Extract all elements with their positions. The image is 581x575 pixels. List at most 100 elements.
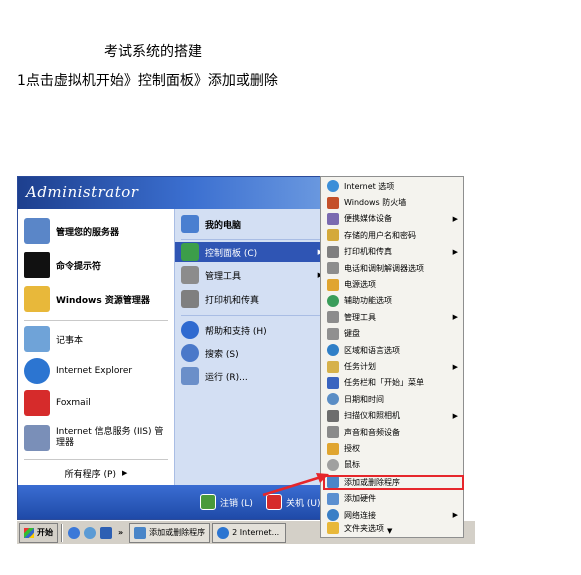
submenu-arrow-icon: ▶	[452, 313, 458, 322]
cp-item-scanners[interactable]: 扫描仪和照相机 ▶	[321, 408, 463, 424]
phone-modem-icon	[327, 262, 339, 275]
cp-item-datetime[interactable]: 日期和时间	[321, 391, 463, 407]
menu-item-internet-explorer[interactable]: Internet Explorer	[18, 356, 174, 386]
menu-item-windows-explorer[interactable]: Windows 资源管理器	[18, 283, 174, 315]
admin-tools-icon	[181, 266, 199, 284]
network-connections-icon	[327, 509, 339, 522]
iis-icon	[24, 425, 50, 451]
ie-icon	[24, 358, 50, 384]
control-panel-icon	[181, 243, 199, 261]
command-prompt-icon	[24, 252, 50, 278]
printer-icon	[327, 245, 339, 258]
power-options-icon	[327, 278, 339, 291]
cp-item-power[interactable]: 电源选项	[321, 276, 463, 292]
search-icon	[181, 344, 199, 362]
menu-item-command-prompt[interactable]: 命令提示符	[18, 249, 174, 281]
credentials-icon	[327, 229, 339, 242]
quicklaunch-more-icon[interactable]: »	[118, 528, 123, 537]
menu-item-my-computer[interactable]: 我的电脑	[175, 212, 329, 236]
scheduled-tasks-icon	[327, 360, 339, 373]
left-separator	[24, 320, 168, 321]
add-remove-programs-icon	[134, 526, 147, 539]
menu-item-foxmail[interactable]: Foxmail	[18, 388, 174, 418]
folder-options-icon	[327, 522, 339, 534]
quicklaunch-desktop-icon[interactable]	[84, 526, 96, 539]
logoff-button[interactable]: 注销 (L)	[200, 494, 253, 510]
region-language-icon	[327, 344, 339, 357]
submenu-arrow-icon: ▶	[452, 511, 458, 520]
cp-item-licensing[interactable]: 授权	[321, 440, 463, 456]
cp-item-sound[interactable]: 声音和音频设备	[321, 424, 463, 440]
cp-item-media-devices[interactable]: 便携媒体设备 ▶	[321, 211, 463, 227]
menu-item-manage-server[interactable]: 管理您的服务器	[18, 215, 174, 247]
chevron-down-icon[interactable]: ▼	[387, 527, 392, 535]
scanner-icon	[327, 409, 339, 422]
taskbar-separator	[61, 523, 63, 542]
menu-item-run[interactable]: 运行 (R)...	[175, 365, 329, 387]
menu-item-printers[interactable]: 打印机和传真	[175, 288, 329, 310]
menu-item-admin-tools[interactable]: 管理工具 ▶	[175, 264, 329, 286]
cp-item-internet-options[interactable]: Internet 选项	[321, 178, 463, 194]
start-menu-header: Administrator	[18, 177, 329, 209]
my-computer-icon	[181, 215, 199, 233]
cp-item-accessibility[interactable]: 辅助功能选项	[321, 293, 463, 309]
arrow-right-icon: ▶	[121, 469, 128, 477]
quicklaunch-explorer-icon[interactable]	[100, 526, 112, 539]
right-separator	[181, 239, 323, 240]
explorer-folder-icon	[24, 286, 50, 312]
internet-options-icon	[327, 180, 339, 193]
run-icon	[181, 367, 199, 385]
cp-item-taskbar-start[interactable]: 任务栏和「开始」菜单	[321, 375, 463, 391]
right-separator-2	[181, 315, 323, 316]
cp-item-mouse[interactable]: 鼠标	[321, 457, 463, 473]
printer-icon	[181, 290, 199, 308]
submenu-arrow-icon: ▶	[452, 411, 458, 420]
help-icon	[181, 321, 199, 339]
annotation-arrow	[262, 473, 329, 497]
quicklaunch-ie-icon[interactable]	[68, 526, 80, 539]
cp-item-add-hardware[interactable]: 添加硬件	[321, 491, 463, 507]
accessibility-icon	[327, 294, 339, 307]
taskbar-task-add-remove[interactable]: 添加或删除程序	[129, 522, 211, 543]
start-button[interactable]: 开始	[19, 522, 58, 543]
screenshot: Administrator 管理您的服务器 命令提示符 Windows 资源管理…	[17, 176, 475, 544]
cp-item-printers[interactable]: 打印机和传真 ▶	[321, 244, 463, 260]
menu-item-control-panel[interactable]: 控制面板 (C) ▶	[175, 242, 329, 262]
server-manage-icon	[24, 218, 50, 244]
taskbar-task-internet[interactable]: 2 Internet...	[212, 522, 287, 543]
document-title: 考试系统的搭建	[104, 44, 202, 60]
ie-icon	[217, 526, 230, 539]
keyboard-icon	[327, 327, 339, 340]
highlight-box	[323, 475, 464, 490]
cp-item-region-language[interactable]: 区域和语言选项	[321, 342, 463, 358]
firewall-icon	[327, 196, 339, 209]
cp-item-credentials[interactable]: 存储的用户名和密码	[321, 227, 463, 243]
media-device-icon	[327, 212, 339, 225]
cp-item-network[interactable]: 网络连接 ▶	[321, 507, 463, 523]
menu-item-search[interactable]: 搜索 (S)	[175, 342, 329, 364]
admin-tools-icon	[327, 311, 339, 324]
cp-item-admin-tools[interactable]: 管理工具 ▶	[321, 309, 463, 325]
submenu-arrow-icon: ▶	[452, 362, 458, 371]
notepad-icon	[24, 326, 50, 352]
windows-flag-icon	[24, 527, 34, 538]
menu-item-iis-manager[interactable]: Internet 信息服务 (IIS) 管理器	[18, 421, 174, 455]
cp-item-keyboard[interactable]: 键盘	[321, 326, 463, 342]
submenu-arrow-icon: ▶	[452, 247, 458, 256]
datetime-icon	[327, 393, 339, 406]
licensing-icon	[327, 442, 339, 455]
all-programs-button[interactable]: 所有程序 (P) ▶	[18, 462, 174, 484]
start-menu-right-column: 我的电脑 控制面板 (C) ▶ 管理工具 ▶ 打印机和传真 帮助和支持 (H)	[174, 209, 329, 485]
start-menu-left-column: 管理您的服务器 命令提示符 Windows 资源管理器 记事本 Internet…	[18, 209, 174, 485]
menu-item-help[interactable]: 帮助和支持 (H)	[175, 319, 329, 341]
user-name: Administrator	[26, 183, 139, 201]
control-panel-flyout: Internet 选项 Windows 防火墙 便携媒体设备 ▶ 存储的用户名和密…	[320, 176, 464, 538]
cp-item-firewall[interactable]: Windows 防火墙	[321, 194, 463, 210]
cp-item-phone-modem[interactable]: 电话和调制解调器选项	[321, 260, 463, 276]
document-step: 1点击虚拟机开始》控制面板》添加或删除	[17, 73, 278, 89]
submenu-arrow-icon: ▶	[452, 214, 458, 223]
menu-item-notepad[interactable]: 记事本	[18, 324, 174, 354]
cp-item-scheduled-tasks[interactable]: 任务计划 ▶	[321, 358, 463, 374]
key-icon	[200, 494, 216, 510]
left-separator-bottom	[24, 459, 168, 460]
